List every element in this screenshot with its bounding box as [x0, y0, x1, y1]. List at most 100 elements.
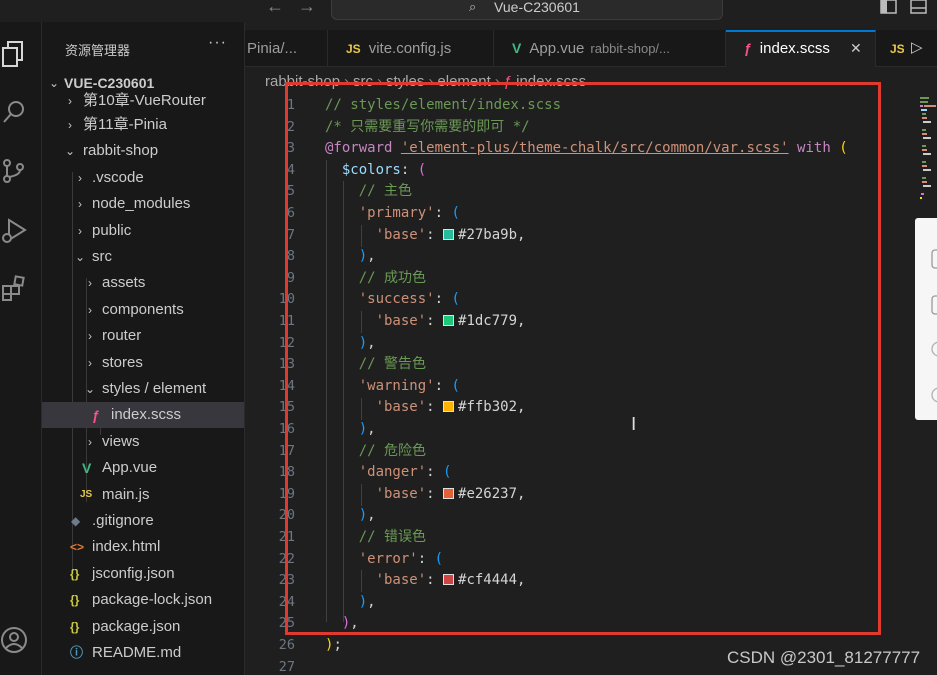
tree-item-folder[interactable]: › views: [42, 429, 244, 455]
line-number: 8: [286, 248, 295, 265]
code-string: 'base': [375, 572, 427, 589]
more-actions-icon[interactable]: ···: [208, 34, 227, 52]
breadcrumb-item[interactable]: styles: [386, 73, 424, 90]
tree-item-file[interactable]: JS main.js: [42, 482, 244, 508]
line-number: 16: [278, 421, 295, 437]
html-file-icon: <>: [70, 540, 85, 554]
line-number: 2: [286, 118, 295, 135]
line-number: 15: [278, 399, 295, 416]
code-line: 18 'danger': (: [245, 462, 937, 484]
code-line: 16 ),: [245, 419, 937, 441]
tree-item-label: jsconfig.json: [92, 565, 175, 582]
tab-pinia[interactable]: Pinia/...: [245, 30, 328, 67]
tree-item-folder[interactable]: › assets: [42, 270, 244, 296]
forward-arrow-icon[interactable]: →: [298, 0, 316, 17]
account-icon[interactable]: [0, 626, 28, 654]
command-center[interactable]: ⌕ Vue-C230601: [331, 0, 723, 20]
tree-item-folder[interactable]: ⌄ src: [42, 244, 244, 270]
tab-app-vue[interactable]: V App.vue rabbit-shop/...: [494, 30, 726, 67]
tree-item-folder[interactable]: › router: [42, 323, 244, 349]
tree-item-folder[interactable]: ⌄ rabbit-shop: [42, 138, 244, 164]
chevron-right-icon: ›: [78, 197, 82, 211]
code-editor[interactable]: 1 // styles/element/index.scss 2 /* 只需要重写你…: [245, 95, 937, 675]
color-value: #ffb302: [458, 399, 518, 416]
color-value: #e26237: [458, 485, 518, 502]
breadcrumb-item[interactable]: element: [437, 73, 490, 90]
scss-file-icon: ƒ: [744, 40, 752, 56]
back-arrow-icon[interactable]: ←: [266, 0, 284, 17]
tree-item-folder[interactable]: › stores: [42, 350, 244, 376]
tree-item-label: stores: [102, 354, 143, 371]
tab-label: index.scss: [759, 40, 830, 57]
tab-overflow[interactable]: JS: [876, 30, 904, 67]
source-control-icon[interactable]: [0, 157, 28, 185]
color-swatch[interactable]: [443, 487, 455, 499]
extensions-icon[interactable]: [0, 274, 28, 302]
color-swatch[interactable]: [443, 401, 455, 413]
close-tab-icon[interactable]: ✕: [850, 32, 862, 65]
toggle-panel-icon[interactable]: [910, 0, 928, 14]
chevron-right-icon: ›: [88, 276, 92, 290]
activity-bar: [0, 22, 42, 675]
line-number: 19: [278, 485, 295, 502]
tab-label: vite.config.js: [368, 40, 452, 57]
tree-item-file-selected[interactable]: ƒ index.scss: [42, 402, 244, 428]
breadcrumb-item[interactable]: rabbit-shop: [265, 73, 340, 90]
color-swatch[interactable]: [443, 574, 455, 586]
tree-item-folder[interactable]: › components: [42, 297, 244, 323]
tree-item-folder[interactable]: ⌄ styles / element: [42, 376, 244, 402]
tree-item-file[interactable]: ◆ .gitignore: [42, 508, 244, 534]
code-comment: // 错误色: [358, 529, 427, 545]
tree-item-file[interactable]: {} package-lock.json: [42, 587, 244, 613]
tab-description: rabbit-shop/...: [590, 41, 670, 56]
run-debug-icon[interactable]: [0, 216, 28, 244]
code-line: 21 // 错误色: [245, 527, 937, 549]
color-swatch[interactable]: [443, 315, 455, 326]
code-string-link[interactable]: 'element-plus/theme-chalk/src/common/var…: [401, 140, 789, 156]
tree-item-folder[interactable]: › node_modules: [42, 191, 244, 217]
code-variable: $colors: [341, 161, 401, 178]
minimap[interactable]: [918, 95, 937, 215]
line-number: 23: [278, 572, 295, 589]
explorer-icon[interactable]: [0, 40, 28, 68]
tree-item-label: node_modules: [92, 195, 191, 212]
search-icon[interactable]: [0, 98, 28, 126]
tree-item-label: .vscode: [92, 169, 144, 186]
code-string: 'danger': [358, 464, 427, 481]
json-file-icon: {}: [70, 593, 80, 607]
tree-item-file[interactable]: ⓘ README.md: [42, 640, 244, 666]
chevron-right-icon: ›: [88, 329, 92, 343]
tree-item-folder[interactable]: › .vscode: [42, 165, 244, 191]
tree-item-file[interactable]: <> index.html: [42, 534, 244, 560]
breadcrumb-item[interactable]: src: [353, 73, 373, 90]
code-line: 8 ),: [245, 246, 937, 268]
floating-panel[interactable]: [915, 218, 937, 420]
info-file-icon: ⓘ: [70, 645, 84, 660]
tree-item-label: index.scss: [111, 406, 182, 423]
toggle-sidebar-icon[interactable]: [880, 0, 898, 14]
tree-item-label: package-lock.json: [92, 591, 213, 608]
breadcrumb-item[interactable]: index.scss: [516, 73, 586, 90]
run-icon[interactable]: ▷: [911, 38, 923, 56]
code-line: 1 // styles/element/index.scss: [245, 95, 937, 117]
tab-index-scss[interactable]: ƒ index.scss ✕: [726, 30, 876, 67]
color-value: #cf4444: [458, 572, 518, 589]
line-number: 14: [278, 377, 295, 394]
tree-item-file[interactable]: V App.vue: [42, 455, 244, 481]
line-number: 1: [286, 97, 295, 113]
tree-item-file[interactable]: {} jsconfig.json: [42, 561, 244, 587]
tab-label: Pinia/...: [247, 40, 298, 57]
line-number: 10: [278, 291, 295, 308]
code-string: 'success': [358, 291, 435, 308]
tree-item-folder[interactable]: › public: [42, 218, 244, 244]
tree-item-folder[interactable]: › 第11章-Pinia: [42, 112, 244, 138]
code-string: 'primary': [358, 205, 435, 221]
tree-item-file[interactable]: {} package.json: [42, 614, 244, 640]
tree-item-folder[interactable]: › 第10章-VueRouter: [42, 88, 244, 114]
explorer-sidebar: 资源管理器 ··· ⌄ VUE-C230601 › 第10章-VueRouter…: [42, 22, 245, 675]
code-string: 'error': [358, 550, 418, 567]
color-swatch[interactable]: [443, 228, 455, 240]
tab-vite-config[interactable]: JS vite.config.js: [328, 30, 494, 67]
code-line: 4 $colors: (: [245, 160, 937, 182]
line-number: 13: [278, 356, 295, 373]
